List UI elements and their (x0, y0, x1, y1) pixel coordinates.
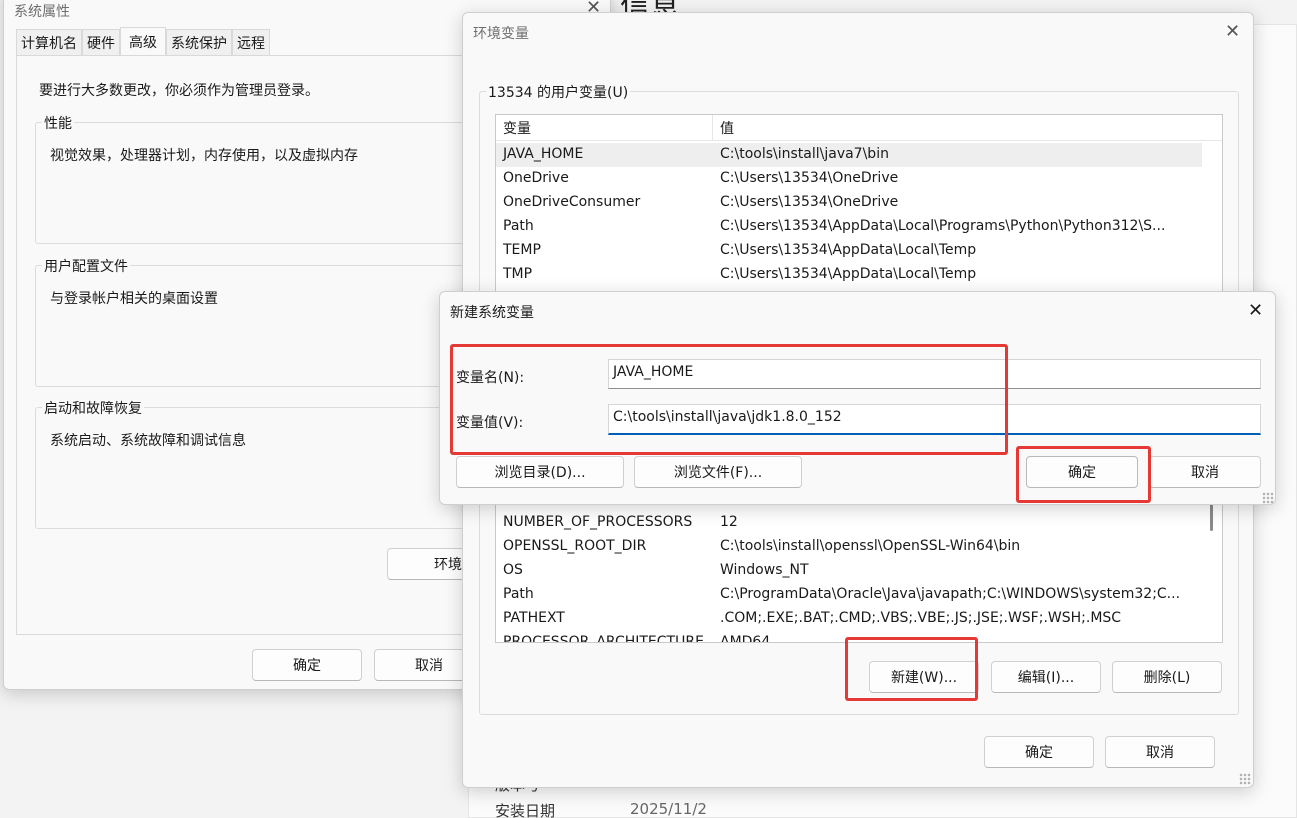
startup-recovery-desc: 系统启动、系统故障和调试信息 (50, 433, 246, 449)
user-profile-desc: 与登录帐户相关的桌面设置 (50, 291, 218, 307)
tab-panel: 要进行大多数更改，你必须作为管理员登录。 性能 视觉效果，处理器计划，内存使用，… (16, 55, 487, 635)
var-value: C:\ProgramData\Oracle\Java\javapath;C:\W… (720, 586, 1181, 602)
var-value: C:\tools\install\java7\bin (720, 146, 889, 162)
var-name: PROCESSOR_ARCHITECTURE (503, 634, 704, 643)
var-value: C:\Users\13534\OneDrive (720, 194, 899, 210)
user-variables-list[interactable]: 变量 值 JAVA_HOME C:\tools\install\java7\bin… (495, 114, 1223, 294)
var-name: TMP (503, 266, 533, 282)
variable-value-field[interactable]: C:\tools\install\java\jdk1.8.0_152 (608, 404, 1261, 435)
browse-file-button[interactable]: 浏览文件(F)... (634, 456, 802, 488)
install-date-value: 2025/11/2 (630, 800, 707, 818)
performance-group: 性能 视觉效果，处理器计划，内存使用，以及虚拟内存 (35, 113, 487, 244)
var-name: OneDriveConsumer (503, 194, 641, 210)
var-value: .COM;.EXE;.BAT;.CMD;.VBS;.VBE;.JS;.JSE;.… (720, 610, 1122, 626)
var-name: NUMBER_OF_PROCESSORS (503, 514, 693, 530)
scrollbar-thumb[interactable] (1210, 503, 1213, 531)
environment-variables-title: 环境变量 (473, 26, 529, 42)
var-value: C:\Users\13534\AppData\Local\Temp (720, 266, 977, 282)
column-header-value[interactable]: 值 (720, 118, 734, 138)
new-variable-button[interactable]: 新建(W)... (869, 661, 979, 693)
var-value: C:\tools\install\openssl\OpenSSL-Win64\b… (720, 538, 1021, 554)
tab-bar: 计算机名 硬件 高级 系统保护 远程 (16, 27, 270, 55)
column-header-name[interactable]: 变量 (503, 118, 531, 138)
system-variables-list[interactable]: NUMBER_OF_PROCESSORS 12 OPENSSL_ROOT_DIR C… (495, 493, 1223, 643)
var-value: C:\Users\13534\AppData\Local\Temp (720, 242, 977, 258)
envvars-cancel-button[interactable]: 取消 (1105, 736, 1215, 768)
var-name: PATHEXT (503, 610, 565, 626)
var-name: TEMP (503, 242, 541, 258)
performance-desc: 视觉效果，处理器计划，内存使用，以及虚拟内存 (50, 148, 358, 164)
tab-hardware[interactable]: 硬件 (82, 29, 120, 55)
startup-recovery-label: 启动和故障恢复 (42, 398, 144, 418)
envvars-ok-button[interactable]: 确定 (984, 736, 1094, 768)
user-profile-label: 用户配置文件 (42, 256, 130, 276)
table-row[interactable]: JAVA_HOME C:\tools\install\java7\bin (496, 143, 1202, 167)
tab-remote[interactable]: 远程 (232, 29, 270, 55)
tab-system-protection[interactable]: 系统保护 (166, 29, 232, 55)
resize-grip-icon[interactable] (1239, 773, 1251, 785)
close-icon[interactable]: ✕ (1248, 302, 1263, 320)
variable-name-label: 变量名(N): (456, 370, 525, 386)
var-value: AMD64 (720, 634, 771, 643)
user-variables-label: 13534 的用户变量(U) (486, 82, 631, 102)
browse-directory-button[interactable]: 浏览目录(D)... (456, 456, 624, 488)
tab-advanced[interactable]: 高级 (120, 27, 166, 55)
install-date-label: 安装日期 (495, 802, 556, 818)
edit-variable-button[interactable]: 编辑(I)... (991, 661, 1101, 693)
performance-label: 性能 (42, 113, 74, 133)
user-variables-header: 变量 值 (496, 115, 1222, 141)
new-system-variable-dialog: 新建系统变量 ✕ 变量名(N): JAVA_HOME 变量值(V): C:\to… (439, 291, 1276, 505)
var-name: Path (503, 218, 534, 234)
var-name: OneDrive (503, 170, 569, 186)
startup-recovery-group: 启动和故障恢复 系统启动、系统故障和调试信息 (35, 398, 487, 529)
delete-variable-button[interactable]: 删除(L) (1112, 661, 1222, 693)
tab-computer-name[interactable]: 计算机名 (16, 29, 82, 55)
var-value: Windows_NT (720, 562, 809, 578)
resize-grip-icon[interactable] (1262, 492, 1274, 504)
variable-name-field[interactable]: JAVA_HOME (608, 359, 1261, 389)
var-value: 12 (720, 514, 738, 530)
var-value: C:\Users\13534\OneDrive (720, 170, 899, 186)
close-icon[interactable]: ✕ (1225, 23, 1240, 41)
system-properties-title: 系统属性 (14, 4, 70, 20)
variable-value-label: 变量值(V): (456, 415, 524, 431)
new-variable-ok-button[interactable]: 确定 (1026, 456, 1138, 488)
var-name: JAVA_HOME (503, 146, 584, 162)
var-value: C:\Users\13534\AppData\Local\Programs\Py… (720, 218, 1166, 234)
var-name: Path (503, 586, 534, 602)
new-system-variable-title: 新建系统变量 (450, 305, 534, 321)
var-name: OPENSSL_ROOT_DIR (503, 538, 647, 554)
user-profile-group: 用户配置文件 与登录帐户相关的桌面设置 (35, 256, 487, 387)
var-name: OS (503, 562, 523, 578)
column-divider (712, 115, 713, 141)
environment-variables-label: 环境 (434, 557, 462, 573)
new-variable-cancel-button[interactable]: 取消 (1149, 456, 1261, 488)
admin-note: 要进行大多数更改，你必须作为管理员登录。 (39, 83, 319, 99)
sysprops-ok-button[interactable]: 确定 (252, 649, 362, 681)
